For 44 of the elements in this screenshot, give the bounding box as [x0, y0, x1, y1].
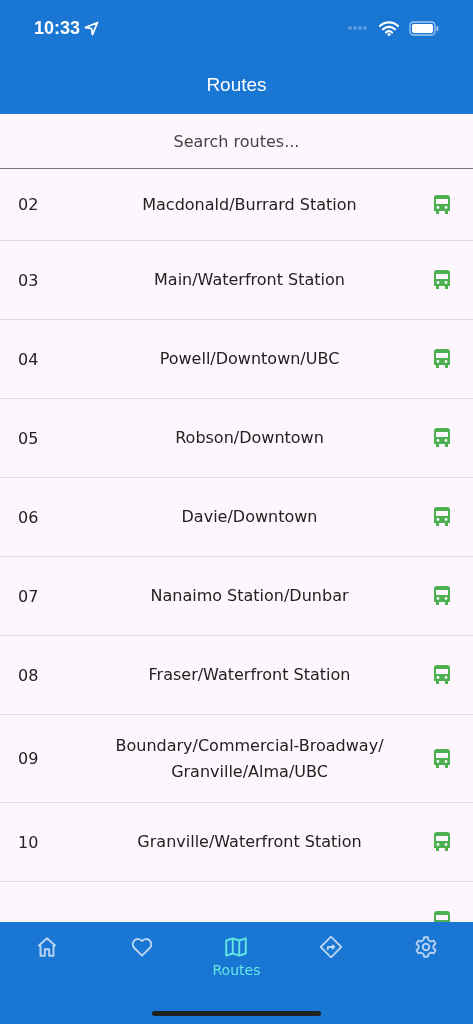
route-name: Nanaimo Station/Dunbar: [149, 585, 350, 607]
route-number: 02: [18, 195, 40, 214]
route-row[interactable]: 08 Fraser/Waterfront Station: [0, 636, 473, 715]
route-row[interactable]: 02 Macdonald/Burrard Station: [0, 169, 473, 241]
signal-icon: [347, 25, 369, 31]
bus-icon: [431, 747, 453, 770]
route-row[interactable]: 05 Robson/Downtown: [0, 399, 473, 478]
bus-icon: [431, 193, 453, 216]
route-name: Granville/Waterfront Station: [136, 831, 363, 853]
route-name: Davie/Downtown: [180, 506, 319, 528]
bus-icon: [431, 506, 453, 528]
route-name: Boundary/Commercial-Broadway/ Granville/Alma/UBC: [114, 734, 385, 783]
screen-title: Routes: [206, 74, 267, 96]
route-row[interactable]: 10 Granville/Waterfront Station: [0, 803, 473, 882]
route-name: Fraser/Waterfront Station: [147, 664, 352, 686]
route-number: 06: [18, 507, 40, 527]
route-number: 07: [18, 586, 40, 606]
route-name: Main/Waterfront Station: [153, 269, 346, 291]
route-row[interactable]: 09 Boundary/Commercial-Broadway/ Granville/Alma/UBC: [0, 715, 473, 803]
route-row[interactable]: 07 Nanaimo Station/Dunbar: [0, 557, 473, 636]
route-row[interactable]: 06 Davie/Downtown: [0, 478, 473, 557]
route-number: 05: [18, 428, 40, 448]
bus-icon: [431, 348, 453, 370]
route-number: 03: [18, 270, 40, 290]
route-number: 08: [18, 665, 40, 685]
route-row[interactable]: 04 Powell/Downtown/UBC: [0, 320, 473, 399]
location-arrow-icon: [84, 20, 100, 36]
bus-icon: [431, 269, 453, 291]
route-name: Macdonald/Burrard Station: [141, 193, 358, 216]
map-icon: [223, 934, 250, 960]
route-number: 10: [18, 832, 40, 852]
route-number: 04: [18, 349, 40, 369]
direction-sign-icon: [318, 934, 345, 960]
bus-icon: [431, 585, 453, 607]
wifi-icon: [379, 20, 399, 36]
bus-icon: [431, 427, 453, 449]
bus-icon: [431, 831, 453, 853]
route-row[interactable]: 03 Main/Waterfront Station: [0, 241, 473, 320]
route-name: Robson/Downtown: [174, 427, 325, 449]
route-number: 09: [18, 749, 40, 768]
status-time: 10:33: [34, 17, 81, 39]
route-name: Powell/Downtown/UBC: [158, 348, 341, 370]
battery-icon: [409, 20, 439, 36]
bus-icon: [431, 664, 453, 686]
